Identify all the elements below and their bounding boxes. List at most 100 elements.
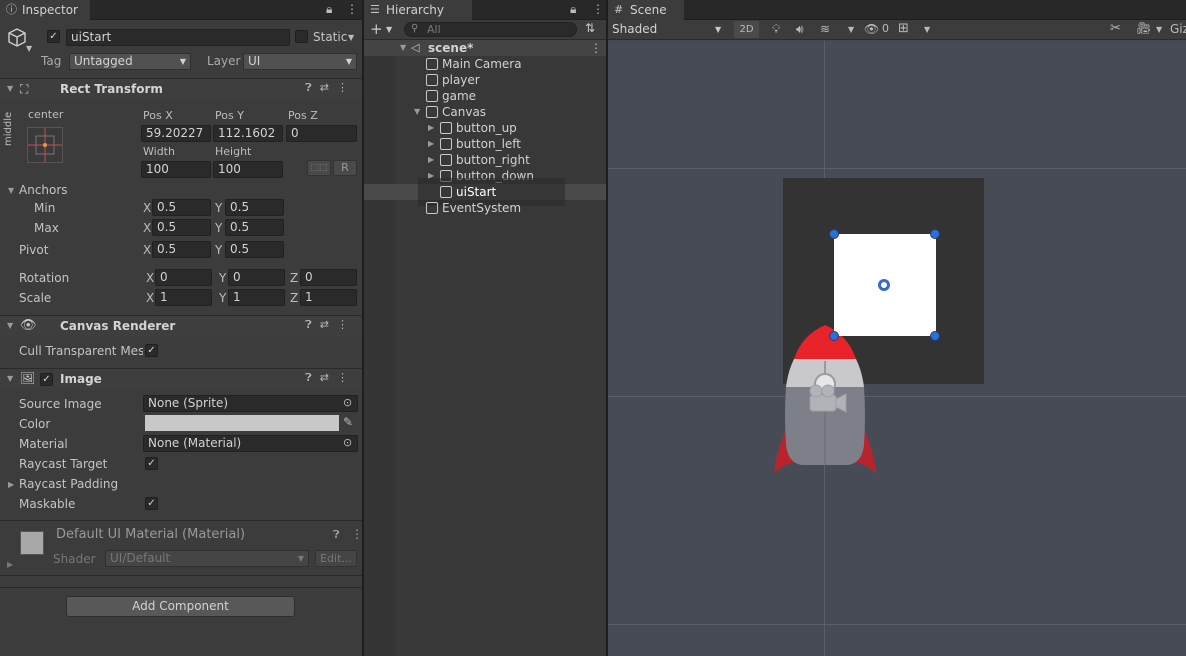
more-icon[interactable]: ⋮: [337, 81, 356, 94]
tools-icon[interactable]: ✂︎: [1110, 21, 1121, 36]
expand-arrow-icon[interactable]: ▼: [400, 40, 406, 56]
tab-scene[interactable]: # Scene: [608, 0, 684, 20]
shader-dropdown[interactable]: UI/Default ▼: [105, 550, 309, 567]
anchor-max-y-field[interactable]: 0.5: [225, 219, 284, 236]
scene-menu-icon[interactable]: ⋮: [590, 40, 602, 56]
pivot-handle[interactable]: [878, 279, 890, 291]
audio-toggle-icon[interactable]: 🔊︎: [796, 22, 804, 37]
anchor-min-y-field[interactable]: 0.5: [225, 199, 284, 216]
scene-visibility-icon[interactable]: 👁︎: [864, 22, 879, 36]
scene-viewport[interactable]: [608, 41, 1186, 656]
add-object-icon[interactable]: +: [370, 20, 383, 38]
width-field[interactable]: 100: [141, 161, 211, 178]
source-image-field[interactable]: None (Sprite): [143, 395, 358, 412]
color-swatch[interactable]: [145, 415, 339, 431]
pos-x-field[interactable]: 59.20227: [141, 125, 211, 142]
add-dropdown-arrow[interactable]: ▼: [386, 25, 392, 34]
preset-icon[interactable]: ⇄: [320, 81, 337, 94]
icon-dropdown-arrow[interactable]: ▼: [26, 44, 32, 53]
chevron-down-icon[interactable]: ▼: [848, 25, 854, 34]
raycast-padding-fold-icon[interactable]: ▶: [8, 480, 14, 489]
hierarchy-item[interactable]: ▶ button_right: [364, 152, 607, 168]
hierarchy-item[interactable]: ▶ button_up: [364, 120, 607, 136]
tab-inspector[interactable]: ⓘ Inspector: [0, 0, 90, 20]
help-icon[interactable]: ❓︎: [333, 528, 340, 542]
2d-toggle-button[interactable]: 2D: [734, 21, 759, 38]
blueprint-mode-button[interactable]: ⬚⬚: [307, 160, 331, 176]
hierarchy-item[interactable]: EventSystem: [364, 200, 607, 216]
rotation-x-field[interactable]: 0: [155, 269, 212, 286]
expand-arrow-icon[interactable]: ▼: [414, 104, 420, 120]
tab-hierarchy[interactable]: ☰ Hierarchy: [364, 0, 472, 20]
raycast-padding-label[interactable]: Raycast Padding: [19, 477, 118, 491]
rect-transform-header[interactable]: ▼ ⛶ Rect Transform ❓︎⇄⋮: [0, 78, 362, 100]
anchor-max-x-field[interactable]: 0.5: [152, 219, 211, 236]
rotation-y-field[interactable]: 0: [228, 269, 285, 286]
hierarchy-item[interactable]: Main Camera: [364, 56, 607, 72]
object-picker-icon[interactable]: ⊙: [343, 436, 352, 449]
preset-icon[interactable]: ⇄: [320, 371, 337, 384]
more-options-icon[interactable]: ⋮: [592, 2, 604, 16]
resize-handle[interactable]: [829, 229, 839, 239]
material-fold-icon[interactable]: ▶: [7, 560, 13, 569]
resize-handle[interactable]: [930, 331, 940, 341]
hierarchy-item-selected[interactable]: uiStart: [364, 178, 607, 206]
active-checkbox[interactable]: ✓: [47, 30, 60, 43]
resize-handle[interactable]: [829, 331, 839, 341]
hierarchy-item[interactable]: player: [364, 72, 607, 88]
resize-handle[interactable]: [930, 229, 940, 239]
scale-z-field[interactable]: 1: [300, 289, 357, 306]
gizmos-button[interactable]: Giz: [1170, 22, 1186, 36]
maskable-checkbox[interactable]: ✓: [145, 497, 158, 510]
camera-icon[interactable]: 🎥︎: [1136, 21, 1151, 35]
edit-shader-button[interactable]: Edit...: [315, 550, 357, 567]
pos-z-field[interactable]: 0: [286, 125, 357, 142]
static-dropdown-arrow[interactable]: ▼: [348, 33, 354, 42]
static-label[interactable]: Static: [313, 30, 347, 44]
add-component-button[interactable]: Add Component: [66, 596, 295, 617]
hierarchy-item[interactable]: game: [364, 88, 607, 104]
hierarchy-item[interactable]: ▶ button_left: [364, 136, 607, 152]
help-icon[interactable]: ❓︎: [305, 371, 320, 384]
height-field[interactable]: 100: [213, 161, 283, 178]
effects-toggle-icon[interactable]: ≋: [820, 22, 830, 36]
more-icon[interactable]: ⋮: [337, 318, 356, 331]
material-field[interactable]: None (Material): [143, 435, 358, 452]
collapsed-arrow-icon[interactable]: ▶: [428, 136, 434, 152]
lock-icon[interactable]: 🔒︎: [570, 2, 576, 17]
tag-dropdown[interactable]: Untagged ▼: [69, 53, 191, 70]
layer-dropdown[interactable]: UI ▼: [243, 53, 357, 70]
shading-mode-dropdown[interactable]: Shaded ▼: [608, 20, 728, 39]
raw-edit-button[interactable]: R: [333, 160, 357, 176]
scale-x-field[interactable]: 1: [155, 289, 212, 306]
collapsed-arrow-icon[interactable]: ▶: [428, 120, 434, 136]
grid-toggle-icon[interactable]: ⊞: [898, 21, 909, 36]
object-name-input[interactable]: uiStart: [66, 29, 290, 46]
cull-transparent-checkbox[interactable]: ✓: [145, 344, 158, 357]
fold-arrow-icon[interactable]: ▼: [7, 321, 13, 330]
canvas-renderer-header[interactable]: ▼ 👁︎ Canvas Renderer ❓︎⇄⋮: [0, 315, 362, 337]
scale-y-field[interactable]: 1: [228, 289, 285, 306]
hierarchy-search-input[interactable]: ⚲ All: [404, 22, 577, 37]
image-enabled-checkbox[interactable]: ✓: [40, 373, 53, 386]
chevron-down-icon[interactable]: ▼: [1156, 25, 1162, 34]
scene-row[interactable]: ▼ ◁ scene* ⋮: [364, 40, 607, 56]
eyedropper-icon[interactable]: ✎: [343, 415, 353, 429]
pivot-x-field[interactable]: 0.5: [152, 241, 211, 258]
anchor-min-x-field[interactable]: 0.5: [152, 199, 211, 216]
static-checkbox[interactable]: [295, 30, 308, 43]
raycast-target-checkbox[interactable]: ✓: [145, 457, 158, 470]
anchors-fold-icon[interactable]: ▼: [8, 186, 14, 195]
pivot-y-field[interactable]: 0.5: [225, 241, 284, 258]
sort-icon[interactable]: ⇅: [585, 21, 595, 35]
hierarchy-item[interactable]: ▼ Canvas: [364, 104, 607, 120]
help-icon[interactable]: ❓︎: [305, 81, 320, 94]
more-icon[interactable]: ⋮: [337, 371, 356, 384]
pos-y-field[interactable]: 112.1602: [213, 125, 283, 142]
more-options-icon[interactable]: ⋮: [346, 2, 358, 16]
anchor-preset-button[interactable]: [27, 127, 63, 163]
lock-icon[interactable]: 🔒︎: [326, 2, 332, 17]
object-picker-icon[interactable]: ⊙: [343, 396, 352, 409]
collapsed-arrow-icon[interactable]: ▶: [428, 152, 434, 168]
rotation-z-field[interactable]: 0: [300, 269, 357, 286]
